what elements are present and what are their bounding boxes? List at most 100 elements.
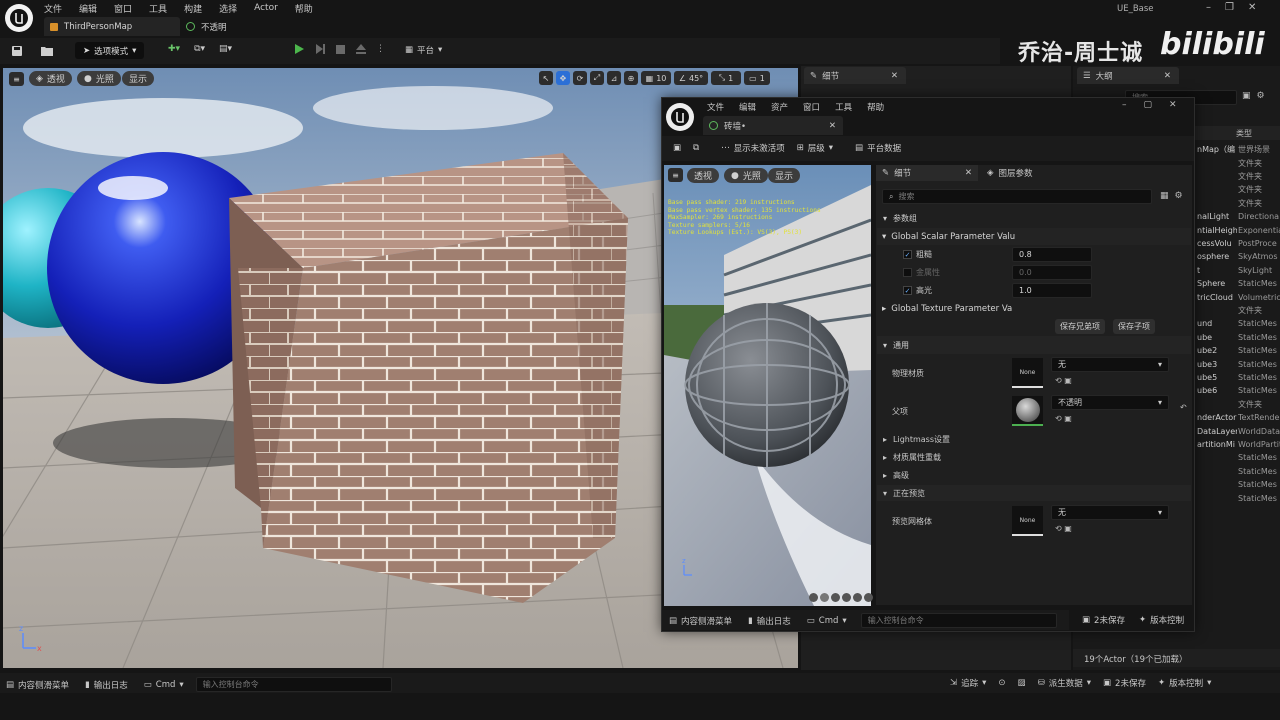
me-console-input[interactable]: 输入控制台命令 — [860, 613, 1057, 628]
select-tool-icon[interactable]: ↖ — [539, 71, 553, 85]
section-lightmass[interactable]: ▸ Lightmass设置 — [877, 431, 1191, 447]
outliner-row[interactable]: artitionMi WorldPartit — [1195, 438, 1280, 451]
outliner-row[interactable]: DataLayersWorldData — [1195, 424, 1280, 437]
phys-material-thumbnail[interactable]: None — [1012, 358, 1043, 388]
scale-snap-button[interactable]: ⤡ 1 — [711, 71, 741, 85]
view-options-icon[interactable]: ▦ — [1160, 191, 1169, 201]
scalar-group-header[interactable]: ▾ Global Scalar Parameter Valu — [877, 228, 1191, 245]
outliner-row[interactable]: StaticMes — [1195, 491, 1280, 504]
derived-data-button[interactable]: ⛁ 派生数据 ▾ — [1038, 677, 1091, 689]
console-input[interactable]: 输入控制台命令 — [195, 677, 392, 692]
preview-perspective-button[interactable]: 透视 — [687, 168, 720, 183]
specular-input[interactable]: 1.0 — [1012, 283, 1092, 298]
close-tab-icon[interactable]: ✕ — [965, 168, 972, 178]
record-icon[interactable]: ⊙ — [998, 678, 1005, 688]
vcs-status-button[interactable]: ✦ 版本控制 ▾ — [1158, 677, 1211, 689]
surface-snap-icon[interactable]: ⊿ — [607, 71, 621, 85]
outliner-row[interactable]: ube2 StaticMes — [1195, 344, 1280, 357]
output-log-button[interactable]: ▮ 输出日志 — [85, 679, 128, 691]
outliner-row[interactable]: StaticMes — [1195, 478, 1280, 491]
platform-button[interactable]: ▦ 平台 ▾ — [405, 44, 442, 56]
roughness-checkbox[interactable]: ✓ — [903, 250, 912, 259]
add-actor-icon[interactable]: ✚▾ — [168, 44, 180, 54]
menu-help[interactable]: 帮助 — [295, 2, 313, 15]
close-tab-icon[interactable]: ✕ — [829, 121, 836, 131]
teapot-icon[interactable] — [853, 593, 862, 602]
me-output-log-button[interactable]: ▮ 输出日志 — [748, 615, 791, 627]
outliner-row[interactable]: StaticMes — [1195, 465, 1280, 478]
outliner-row[interactable]: 文件夹 — [1195, 170, 1280, 183]
hierarchy-button[interactable]: ⊞ 层级 ▾ — [797, 142, 833, 154]
preview-mesh-dropdown[interactable]: 无 ▾ — [1051, 505, 1169, 520]
viewport-menu-button[interactable]: ≡ — [9, 72, 24, 86]
preview-show-button[interactable]: 显示 — [768, 168, 801, 183]
cmd-button[interactable]: ▭ Cmd ▾ — [144, 680, 184, 690]
outliner-row[interactable]: 文件夹 — [1195, 398, 1280, 411]
preview-lit-button[interactable]: ● 光照 — [724, 168, 768, 183]
reset-to-default-icon[interactable]: ↶ — [1180, 403, 1187, 412]
content-browser-icon[interactable] — [39, 44, 55, 58]
outliner-row[interactable]: nalLight Directiona — [1195, 210, 1280, 223]
outliner-row[interactable]: 文件夹 — [1195, 197, 1280, 210]
me-menu-tools[interactable]: 工具 — [835, 101, 852, 113]
outliner-row[interactable]: StaticMes — [1195, 451, 1280, 464]
close-icon[interactable]: ✕ — [1248, 2, 1256, 13]
outliner-row[interactable]: t SkyLight — [1195, 264, 1280, 277]
section-advanced[interactable]: ▸ 高级 — [877, 467, 1191, 483]
menu-edit[interactable]: 编辑 — [79, 2, 97, 15]
outliner-row[interactable]: ube StaticMes — [1195, 331, 1280, 344]
specular-checkbox[interactable]: ✓ — [903, 286, 912, 295]
menu-file[interactable]: 文件 — [44, 2, 62, 15]
parent-thumbnail[interactable] — [1012, 396, 1043, 426]
outliner-row[interactable]: 文件夹 — [1195, 156, 1280, 169]
world-space-icon[interactable]: ⊕ — [624, 71, 638, 85]
preview-menu-button[interactable]: ≡ — [668, 168, 683, 182]
outliner-row[interactable]: Sphere StaticMes — [1195, 277, 1280, 290]
outliner-row[interactable]: 文件夹 — [1195, 183, 1280, 196]
level-tab[interactable]: ThirdPersonMap — [44, 17, 180, 36]
outliner-row[interactable]: nMap（编 世界场景 — [1195, 143, 1280, 156]
settings-icon[interactable]: ⚙ — [1175, 191, 1183, 201]
material-tab[interactable]: 不透明 — [186, 17, 227, 36]
unsaved-status-button[interactable]: ▣ 2未保存 — [1103, 677, 1146, 689]
me-content-drawer-button[interactable]: ▤ 内容侧滑菜单 — [669, 615, 732, 627]
save-icon[interactable] — [10, 44, 24, 58]
outliner-row[interactable]: ube5 StaticMes — [1195, 371, 1280, 384]
outliner-row[interactable]: tricCloud Volumetric — [1195, 290, 1280, 303]
save-child-button[interactable]: 保存子项 — [1113, 319, 1155, 334]
viewport-perspective-button[interactable]: ◈ 透视 — [29, 71, 72, 86]
section-parameter-groups[interactable]: ▾ 参数组 — [877, 209, 1191, 227]
me-menu-help[interactable]: 帮助 — [867, 101, 884, 113]
restore-icon[interactable]: ▢ — [1144, 100, 1153, 110]
section-material-override[interactable]: ▸ 材质属性重载 — [877, 449, 1191, 465]
scale-tool-icon[interactable]: ⤢ — [590, 71, 604, 85]
close-tab-icon[interactable]: ✕ — [1164, 71, 1171, 81]
section-general[interactable]: ▾ 通用 — [877, 336, 1191, 354]
outliner-row[interactable]: ube3 StaticMes — [1195, 357, 1280, 370]
cylinder-icon[interactable] — [809, 593, 818, 602]
outliner-row[interactable]: cessVolu PostProce — [1195, 237, 1280, 250]
unsaved-button[interactable]: ▣ 2未保存 — [1082, 614, 1125, 626]
add-folder-icon[interactable]: ▣ — [1242, 91, 1251, 101]
outliner-row[interactable]: ntialHeigh Exponentia — [1195, 223, 1280, 236]
blueprint-icon[interactable]: ⧉▾ — [194, 44, 205, 54]
viewport-lit-button[interactable]: ● 光照 — [77, 71, 121, 86]
outliner-row[interactable]: osphere SkyAtmos — [1195, 250, 1280, 263]
outliner-tab[interactable]: ☰ 大纲 ✕ — [1077, 67, 1179, 84]
close-tab-icon[interactable]: ✕ — [891, 71, 898, 81]
material-details-search[interactable]: ⌕ 搜索 — [882, 189, 1152, 204]
rotate-tool-icon[interactable]: ⟳ — [573, 71, 587, 85]
details-tab[interactable]: ✎ 细节 ✕ — [804, 67, 906, 84]
plane-icon[interactable] — [831, 593, 840, 602]
outliner-row[interactable]: nderActor TextRende — [1195, 411, 1280, 424]
menu-select[interactable]: 选择 — [219, 2, 237, 15]
mode-select-button[interactable]: ➤ 选项模式 ▾ — [75, 42, 145, 59]
save-sibling-button[interactable]: 保存兄弟项 — [1055, 319, 1105, 334]
metallic-checkbox[interactable] — [903, 268, 912, 277]
settings-icon[interactable]: ⚙ — [1257, 91, 1265, 101]
outliner-col-type[interactable]: 类型 — [1236, 128, 1252, 139]
preview-mesh-thumbnail[interactable]: None — [1012, 506, 1043, 536]
cube-shape-icon[interactable] — [842, 593, 851, 602]
cinematics-icon[interactable]: ▤▾ — [219, 44, 232, 54]
move-tool-icon[interactable]: ✥ — [556, 71, 570, 85]
